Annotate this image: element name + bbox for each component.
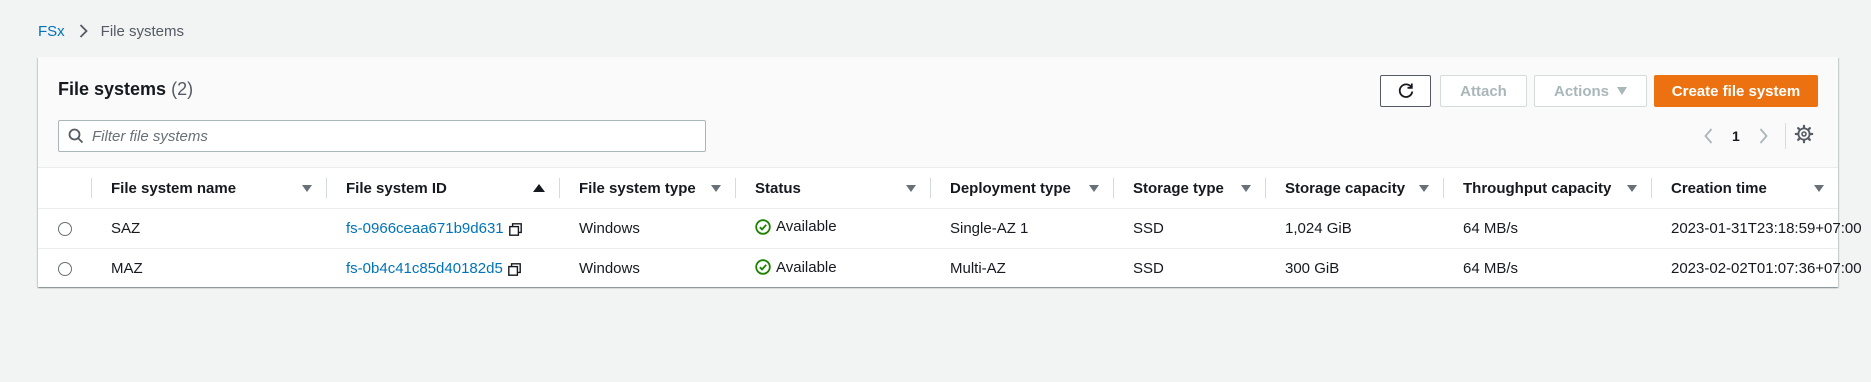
cell-throughput: 64 MB/s bbox=[1443, 208, 1651, 249]
column-header-created[interactable]: Creation time bbox=[1651, 168, 1838, 209]
cell-name: MAZ bbox=[91, 248, 326, 289]
check-circle-icon bbox=[755, 259, 771, 275]
actions-button[interactable]: Actions bbox=[1534, 75, 1647, 107]
column-header-type[interactable]: File system type bbox=[559, 168, 735, 209]
chevron-left-icon[interactable] bbox=[1698, 128, 1718, 144]
sort-caret-icon bbox=[1419, 184, 1429, 192]
column-header-name[interactable]: File system name bbox=[91, 168, 326, 209]
cell-deployment: Single-AZ 1 bbox=[930, 208, 1113, 249]
search-icon bbox=[68, 128, 84, 144]
cell-id: fs-0966ceaa671b9d631 bbox=[326, 208, 559, 249]
column-header-deployment[interactable]: Deployment type bbox=[930, 168, 1113, 209]
cell-capacity: 300 GiB bbox=[1265, 248, 1443, 289]
panel-header: File systems (2) Attach Actions Create f… bbox=[38, 57, 1838, 168]
title-count: (2) bbox=[171, 79, 194, 99]
check-circle-icon bbox=[755, 219, 771, 235]
filter-box bbox=[58, 120, 706, 152]
cell-created: 2023-01-31T23:18:59+07:00 bbox=[1651, 208, 1862, 249]
cell-status: Available bbox=[735, 248, 930, 289]
cell-storage-type: SSD bbox=[1113, 248, 1265, 289]
copy-icon[interactable] bbox=[508, 222, 522, 236]
file-system-id-link[interactable]: fs-0966ceaa671b9d631 bbox=[346, 220, 504, 237]
refresh-icon bbox=[1397, 82, 1415, 100]
sort-caret-icon bbox=[1627, 184, 1637, 192]
column-header-throughput[interactable]: Throughput capacity bbox=[1443, 168, 1651, 209]
table-header-row: File system name File system ID File sys… bbox=[38, 168, 1838, 209]
column-header-status[interactable]: Status bbox=[735, 168, 930, 209]
page-title: File systems (2) bbox=[58, 79, 193, 100]
filter-input[interactable] bbox=[92, 127, 705, 145]
copy-icon[interactable] bbox=[507, 262, 521, 276]
column-header-storage-type[interactable]: Storage type bbox=[1113, 168, 1265, 209]
breadcrumb-fsx-link[interactable]: FSx bbox=[38, 23, 65, 40]
cell-type: Windows bbox=[559, 208, 735, 249]
cell-storage-type: SSD bbox=[1113, 208, 1265, 249]
sort-caret-icon bbox=[1241, 184, 1251, 192]
sort-caret-icon bbox=[302, 184, 312, 192]
file-systems-table: File system name File system ID File sys… bbox=[38, 168, 1862, 289]
pagination-divider bbox=[1785, 123, 1786, 149]
column-header-capacity[interactable]: Storage capacity bbox=[1265, 168, 1443, 209]
table-row[interactable]: SAZ fs-0966ceaa671b9d631 Windows Availab… bbox=[38, 208, 1862, 249]
row-select-radio[interactable] bbox=[58, 262, 72, 277]
cell-deployment: Multi-AZ bbox=[930, 248, 1113, 289]
cell-throughput: 64 MB/s bbox=[1443, 248, 1651, 289]
cell-id: fs-0b4c41c85d40182d5 bbox=[326, 248, 559, 289]
sort-caret-icon bbox=[906, 184, 916, 192]
cell-created: 2023-02-02T01:07:36+07:00 bbox=[1651, 248, 1862, 289]
select-column-header bbox=[38, 168, 91, 209]
sort-caret-icon bbox=[1089, 184, 1099, 192]
row-select-radio[interactable] bbox=[58, 222, 72, 237]
title-text: File systems bbox=[58, 79, 167, 99]
file-systems-panel: File systems (2) Attach Actions Create f… bbox=[38, 57, 1862, 289]
breadcrumb: FSx File systems bbox=[38, 20, 184, 42]
refresh-button[interactable] bbox=[1380, 75, 1431, 107]
sort-caret-icon bbox=[711, 184, 721, 192]
cell-capacity: 1,024 GiB bbox=[1265, 208, 1443, 249]
attach-button[interactable]: Attach bbox=[1440, 75, 1527, 107]
gear-icon[interactable] bbox=[1794, 124, 1814, 144]
sort-ascending-icon bbox=[533, 184, 545, 192]
cell-name: SAZ bbox=[91, 208, 326, 249]
pagination: 1 bbox=[1698, 123, 1774, 149]
cell-type: Windows bbox=[559, 248, 735, 289]
file-system-id-link[interactable]: fs-0b4c41c85d40182d5 bbox=[346, 260, 503, 277]
status-text: Available bbox=[776, 218, 837, 236]
breadcrumb-current: File systems bbox=[100, 22, 185, 40]
actions-label: Actions bbox=[1553, 82, 1609, 100]
chevron-right-icon[interactable] bbox=[1754, 128, 1774, 144]
chevron-right-icon bbox=[79, 24, 88, 38]
sort-caret-icon bbox=[1814, 184, 1824, 192]
cell-status: Available bbox=[735, 208, 930, 249]
create-file-system-button[interactable]: Create file system bbox=[1654, 75, 1818, 107]
column-header-id[interactable]: File system ID bbox=[326, 168, 559, 209]
page-number[interactable]: 1 bbox=[1732, 128, 1740, 144]
caret-down-icon bbox=[1617, 87, 1627, 95]
status-text: Available bbox=[776, 258, 837, 276]
table-row[interactable]: MAZ fs-0b4c41c85d40182d5 Windows Availab… bbox=[38, 248, 1862, 289]
